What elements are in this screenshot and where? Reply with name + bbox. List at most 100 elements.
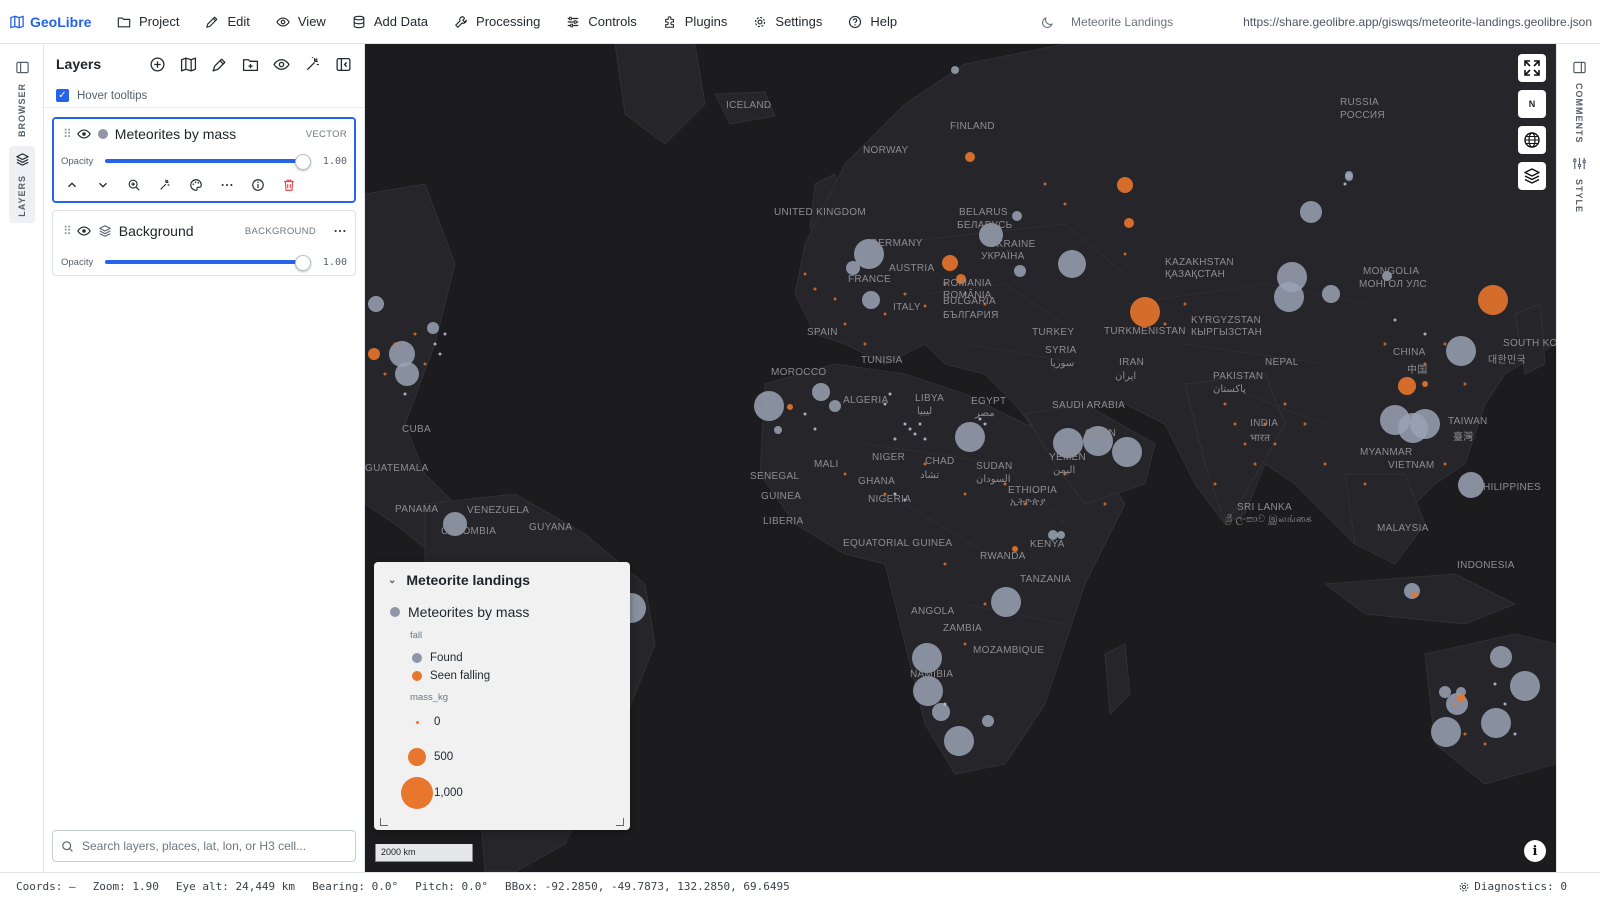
tab-layers[interactable]: LAYERS	[9, 146, 35, 223]
legend-category-field: fall	[410, 630, 423, 641]
menu-plugins[interactable]: Plugins	[650, 0, 741, 44]
resize-handle-right[interactable]	[616, 818, 624, 826]
gear-icon	[1459, 882, 1469, 891]
map-label: 대한민국	[1488, 355, 1526, 366]
layer-name[interactable]: Background	[119, 223, 238, 239]
menu-help[interactable]: Help	[835, 0, 910, 44]
menu-add-data-label: Add Data	[373, 14, 429, 29]
legend-label-seen-falling: Seen falling	[430, 670, 491, 682]
menu-processing[interactable]: Processing	[441, 0, 553, 44]
fullscreen-button[interactable]	[1518, 54, 1546, 82]
identify-icon[interactable]	[158, 178, 172, 192]
map-icon[interactable]	[180, 56, 197, 73]
sliders-icon	[568, 16, 579, 27]
visibility-eye-icon[interactable]	[76, 224, 91, 238]
opacity-slider[interactable]	[105, 154, 311, 170]
map-canvas[interactable]: ICELAND FINLAND NORWAY RUSSIA РОССИЯ UNITED K…	[365, 44, 1556, 872]
map-label: РОССИЯ	[1340, 110, 1385, 121]
map-label: PHILIPPINES	[1476, 482, 1541, 493]
search-input[interactable]	[82, 839, 347, 853]
map-label: ETHIOPIA	[1008, 485, 1058, 496]
search-box	[52, 830, 356, 862]
menu-settings[interactable]: Settings	[740, 0, 835, 44]
draw-icon[interactable]	[211, 56, 228, 73]
brand-logo[interactable]: GeoLibre	[0, 14, 104, 30]
status-pitch: Pitch: 0.0°	[415, 880, 489, 893]
diagnostics-label: Diagnostics: 0	[1474, 880, 1567, 893]
globe-button[interactable]	[1518, 126, 1546, 154]
layer-name[interactable]: Meteorites by mass	[115, 126, 299, 142]
opacity-label: Opacity	[61, 155, 94, 167]
menu-plugins-label: Plugins	[684, 14, 728, 29]
move-down-icon[interactable]	[96, 178, 110, 192]
map-label: ITALY	[893, 302, 921, 313]
layers-stack-icon	[1524, 168, 1540, 184]
tab-comments[interactable]: COMMENTS	[1566, 54, 1592, 150]
map-label: CHAD	[925, 456, 955, 467]
map-label: پاکستان	[1213, 384, 1246, 395]
map-controls: N	[1518, 54, 1546, 190]
brand-name: GeoLibre	[30, 13, 92, 30]
map-label: NIGERIA	[868, 494, 912, 505]
layers-panel-header: Layers	[44, 44, 364, 84]
status-bbox: BBox: -92.2850, -49.7873, 132.2850, 69.6…	[505, 880, 790, 893]
opacity-slider-thumb[interactable]	[295, 255, 311, 271]
indonesia-land	[1323, 573, 1516, 625]
zoom-to-layer-icon[interactable]	[127, 178, 141, 192]
diagnostics-button[interactable]: Diagnostics: 0	[1458, 880, 1584, 893]
visibility-eye-icon[interactable]	[76, 127, 91, 141]
madagascar-land	[1104, 643, 1131, 715]
map-label: SPAIN	[807, 327, 838, 338]
status-bar: Coords: — Zoom: 1.90 Eye alt: 24,449 km …	[0, 872, 1600, 900]
map-label: BELARUS	[959, 207, 1008, 218]
hover-tooltips-checkbox[interactable]: ✓	[56, 89, 69, 102]
style-palette-icon[interactable]	[189, 178, 203, 192]
basemap-button[interactable]	[1518, 162, 1546, 190]
eye-icon[interactable]	[273, 56, 290, 73]
layer-item-meteorites[interactable]: ⠿ Meteorites by mass VECTOR Opacity 1.00	[52, 117, 356, 203]
map-label: ایران	[1115, 371, 1137, 382]
map-label: MALAYSIA	[1377, 523, 1429, 534]
tab-browser[interactable]: BROWSER	[9, 54, 35, 143]
delete-trash-icon[interactable]	[282, 178, 296, 192]
map-label: SAUDI ARABIA	[1052, 400, 1126, 411]
more-options-icon[interactable]	[220, 178, 234, 192]
chevron-down-icon[interactable]: ⌄	[388, 575, 396, 586]
layer-type-badge: VECTOR	[305, 128, 347, 140]
opacity-slider-thumb[interactable]	[295, 154, 311, 170]
map-label: SENEGAL	[750, 471, 800, 482]
share-url[interactable]: https://share.geolibre.app/giswqs/meteor…	[1243, 15, 1600, 29]
more-options-icon[interactable]	[333, 224, 347, 238]
layer-item-background[interactable]: ⠿ Background BACKGROUND Opacity 1.00	[52, 210, 356, 276]
menu-project[interactable]: Project	[104, 0, 192, 44]
info-icon[interactable]	[251, 178, 265, 192]
menu-view-label: View	[297, 14, 326, 29]
menu-edit[interactable]: Edit	[192, 0, 262, 44]
legend-header[interactable]: ⌄ Meteorite landings	[388, 572, 616, 588]
tab-style[interactable]: STYLE	[1566, 150, 1592, 219]
collapse-panel-icon[interactable]	[335, 56, 352, 73]
map-label: تشاد	[920, 470, 940, 481]
map-label: OMAN	[1085, 428, 1117, 439]
compass-button[interactable]: N	[1518, 90, 1546, 118]
resize-handle-left[interactable]	[380, 818, 388, 826]
sparkle-icon[interactable]	[304, 56, 321, 73]
move-up-icon[interactable]	[65, 178, 79, 192]
moon-icon[interactable]	[1041, 15, 1055, 29]
drag-handle-icon[interactable]: ⠿	[63, 127, 72, 141]
add-layer-icon[interactable]	[149, 56, 166, 73]
map-label: УКРАЇНА	[981, 251, 1025, 262]
folder-add-icon[interactable]	[242, 56, 259, 73]
map-label: ኢትዮጵያ	[1010, 497, 1046, 508]
menu-add-data[interactable]: Add Data	[339, 0, 441, 44]
gear-icon	[755, 16, 766, 27]
attribution-info-button[interactable]: i	[1524, 840, 1546, 862]
drag-handle-icon[interactable]: ⠿	[63, 224, 72, 238]
menu-controls[interactable]: Controls	[553, 0, 649, 44]
opacity-slider[interactable]	[105, 255, 311, 271]
panel-left-icon	[15, 61, 29, 74]
help-circle-icon	[849, 15, 862, 28]
map-label: مصر	[975, 408, 995, 419]
layers-panel: Layers ✓ Hover tooltips ⠿ Meteorites by …	[44, 44, 365, 872]
menu-view[interactable]: View	[263, 0, 339, 44]
